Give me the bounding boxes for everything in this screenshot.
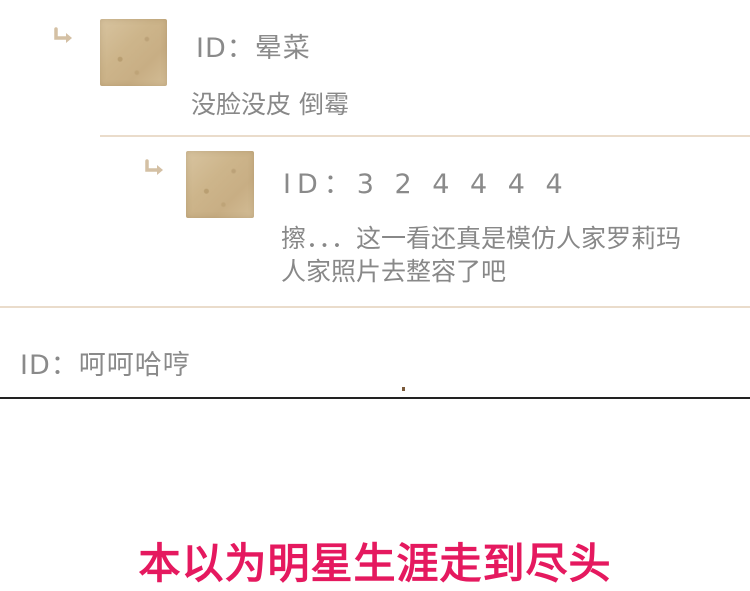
speck bbox=[402, 387, 405, 391]
comment-text-line-1: 擦．．．这一看还真是模仿人家罗莉玛 bbox=[281, 224, 682, 253]
caption: 本以为明星生涯走到尽头 bbox=[138, 539, 612, 588]
panel-bottom-border bbox=[0, 397, 750, 399]
divider bbox=[100, 135, 750, 137]
comment-user-id[interactable]: ID：晕菜 bbox=[196, 26, 311, 65]
comment-user-id[interactable]: ID：呵呵哈哼 bbox=[20, 343, 191, 382]
comment-text: 没脸没皮 倒霉 bbox=[191, 90, 349, 119]
comment-text-line-2: 人家照片去整容了吧 bbox=[281, 257, 507, 286]
avatar[interactable] bbox=[100, 19, 167, 86]
comment-panel: ID：晕菜 没脸没皮 倒霉 ID：3 2 4 4 4 4 擦．．．这一看还真是模… bbox=[0, 0, 750, 398]
reply-arrow-icon bbox=[54, 27, 72, 43]
divider bbox=[0, 306, 750, 308]
reply-arrow-icon bbox=[145, 159, 163, 175]
comment-user-id[interactable]: ID：3 2 4 4 4 4 bbox=[283, 162, 569, 201]
avatar[interactable] bbox=[186, 151, 254, 218]
